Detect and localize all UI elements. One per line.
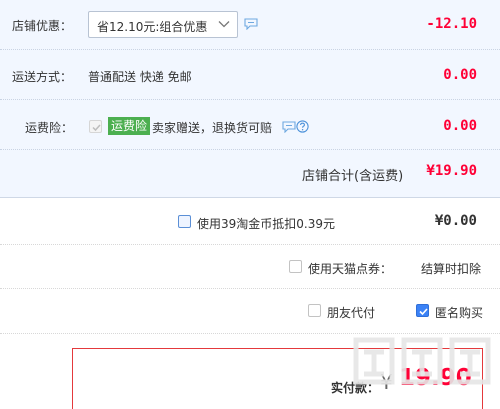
insurance-badge: 运费险 — [108, 117, 151, 135]
taobao-coins-checkbox[interactable] — [178, 215, 191, 228]
tmall-points-note: 结算时扣除 — [421, 262, 482, 276]
friend-pay-label: 朋友代付 — [327, 306, 376, 320]
tmall-points-checkbox[interactable] — [289, 260, 302, 273]
shop-discount-selected: 省12.10元:组合优惠 — [97, 20, 208, 34]
shop-discount-row: 店铺优惠： 省12.10元:组合优惠 -12.10 — [0, 0, 500, 50]
shop-summary-panel: 店铺优惠： 省12.10元:组合优惠 -12.10 运送方式： 普通配送 快递 … — [0, 0, 500, 198]
insurance-checkbox — [89, 120, 102, 133]
taobao-coins-row: 使用39淘金币抵扣0.39元 ¥0.00 — [0, 198, 500, 245]
watermark-logo — [353, 337, 491, 385]
chevron-down-icon — [218, 21, 230, 28]
payment-options-row: 朋友代付 匿名购买 — [0, 289, 500, 334]
insurance-label: 运费险： — [25, 121, 74, 135]
check-icon — [419, 308, 428, 316]
shop-discount-label: 店铺优惠： — [12, 19, 73, 33]
anonymous-label: 匿名购买 — [435, 306, 484, 320]
shipping-amount: 0.00 — [443, 67, 477, 83]
shop-discount-select[interactable]: 省12.10元:组合优惠 — [88, 11, 238, 38]
check-icon — [92, 124, 101, 132]
shop-discount-amount: -12.10 — [426, 16, 477, 32]
tmall-points-label: 使用天猫点券： — [308, 262, 393, 276]
insurance-amount: 0.00 — [443, 118, 477, 134]
shipping-row: 运送方式： 普通配送 快递 免邮 0.00 — [0, 50, 500, 100]
message-icon[interactable] — [282, 121, 296, 133]
friend-pay-checkbox[interactable] — [308, 304, 321, 317]
shipping-method: 普通配送 快递 免邮 — [88, 70, 192, 84]
tmall-points-row: 使用天猫点券： 结算时扣除 — [0, 245, 500, 289]
shop-total-row: 店铺合计(含运费) ¥19.90 — [0, 150, 500, 197]
message-icon[interactable] — [244, 18, 258, 30]
insurance-row: 运费险： 运费险 卖家赠送，退换货可赔 0.00 — [0, 100, 500, 150]
shop-total-label: 店铺合计(含运费) — [302, 169, 404, 184]
taobao-coins-amount: ¥0.00 — [434, 213, 477, 229]
insurance-description: 卖家赠送，退换货可赔 — [152, 121, 273, 135]
help-icon[interactable] — [296, 120, 309, 133]
shop-total-amount: ¥19.90 — [426, 163, 477, 179]
anonymous-checkbox[interactable] — [416, 304, 429, 317]
shipping-label: 运送方式： — [12, 70, 73, 84]
taobao-coins-label: 使用39淘金币抵扣0.39元 — [197, 217, 335, 231]
